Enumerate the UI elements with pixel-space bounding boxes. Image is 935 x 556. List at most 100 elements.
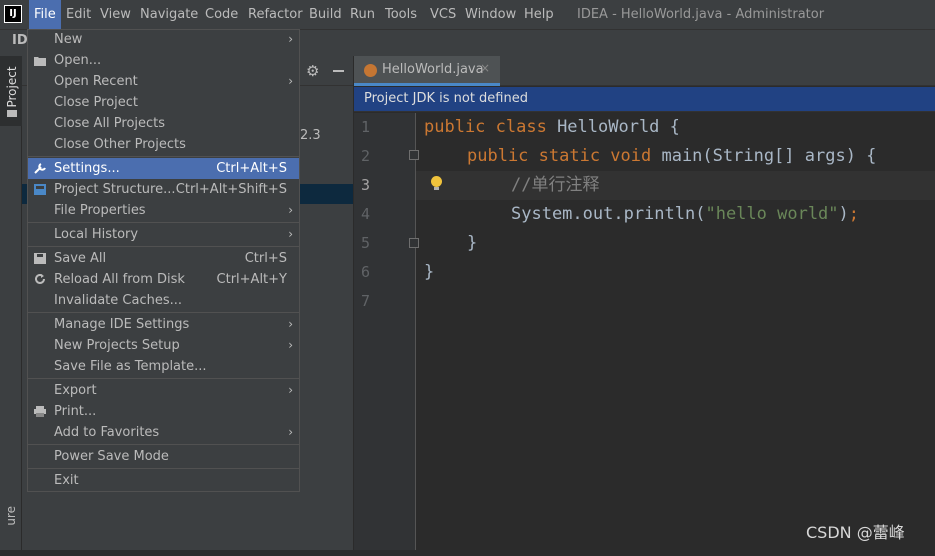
gear-icon[interactable]: ⚙ <box>306 62 319 80</box>
close-icon[interactable]: × <box>480 61 490 75</box>
code-line[interactable]: public static void main(String[] args) { <box>467 142 876 171</box>
code-text: } <box>424 262 435 282</box>
line-number: 5 <box>360 234 370 252</box>
file-menu-close-other-projects[interactable]: Close Other Projects <box>28 134 299 155</box>
code-line[interactable]: } <box>424 258 434 287</box>
file-menu-add-to-favorites[interactable]: Add to Favorites › <box>28 422 299 443</box>
file-menu-export[interactable]: Export › <box>28 380 299 401</box>
file-menu-manage-ide-settings[interactable]: Manage IDE Settings › <box>28 314 299 335</box>
menu-item-label: Save File as Template... <box>54 359 207 374</box>
file-menu-file-properties[interactable]: File Properties › <box>28 200 299 221</box>
menu-window[interactable]: Window <box>460 0 521 29</box>
chevron-right-icon: › <box>288 338 293 352</box>
file-menu-open-recent[interactable]: Open Recent › <box>28 71 299 92</box>
code-line[interactable]: System.out.println("hello world"); <box>511 200 859 229</box>
fold-icon[interactable] <box>409 150 419 160</box>
code-comment: //单行注释 <box>511 175 600 195</box>
menu-item-label: Invalidate Caches... <box>54 293 183 308</box>
file-menu-reload-all[interactable]: Reload All from Disk Ctrl+Alt+Y <box>28 269 299 290</box>
menu-edit[interactable]: Edit <box>61 0 96 29</box>
folder-open-icon <box>34 57 46 66</box>
code-semicolon: ; <box>848 204 860 224</box>
current-line-highlight <box>416 171 935 200</box>
menu-separator <box>28 444 299 445</box>
lightbulb-base-icon <box>434 187 439 190</box>
line-number: 3 <box>360 176 370 194</box>
menu-item-label: New Projects Setup <box>54 338 180 353</box>
menu-run[interactable]: Run <box>345 0 380 29</box>
menu-item-label: Local History <box>54 227 139 242</box>
structure-tool-tab[interactable]: ure <box>4 506 18 556</box>
menu-navigate[interactable]: Navigate <box>135 0 203 29</box>
chevron-right-icon: › <box>288 317 293 331</box>
code-keyword: public static void <box>467 146 662 166</box>
code-line[interactable]: } <box>467 229 477 258</box>
menu-item-label: Exit <box>54 473 79 488</box>
menu-code[interactable]: Code <box>200 0 243 29</box>
menu-separator <box>28 156 299 157</box>
code-keyword: public class <box>424 117 558 137</box>
menu-build[interactable]: Build <box>304 0 347 29</box>
code-line[interactable]: //单行注释 <box>511 171 599 200</box>
menu-help[interactable]: Help <box>519 0 559 29</box>
fold-icon[interactable] <box>409 238 419 248</box>
intellij-logo-icon: IJ <box>4 5 22 23</box>
chevron-right-icon: › <box>288 74 293 88</box>
menu-vcs[interactable]: VCS <box>425 0 461 29</box>
file-menu-project-structure[interactable]: Project Structure... Ctrl+Alt+Shift+S <box>28 179 299 200</box>
line-number: 7 <box>360 292 370 310</box>
project-tree-text: 2.3 <box>300 128 321 143</box>
line-number: 2 <box>360 147 370 165</box>
window-title: IDEA - HelloWorld.java - Administrator <box>577 7 825 22</box>
file-menu-new-projects-setup[interactable]: New Projects Setup › <box>28 335 299 356</box>
menu-item-label: Close Project <box>54 95 139 110</box>
menu-item-label: Export <box>54 383 97 398</box>
menu-item-label: Reload All from Disk <box>54 272 185 287</box>
file-menu-exit[interactable]: Exit <box>28 470 299 491</box>
file-menu-open[interactable]: Open... <box>28 50 299 71</box>
menu-item-label: Open Recent <box>54 74 138 89</box>
chevron-right-icon: › <box>288 383 293 397</box>
menu-item-label: Add to Favorites <box>54 425 160 440</box>
file-menu-power-save-mode[interactable]: Power Save Mode <box>28 446 299 467</box>
file-menu-save-as-template[interactable]: Save File as Template... <box>28 356 299 377</box>
code-string: "hello world" <box>705 204 839 224</box>
file-menu-new[interactable]: New › <box>28 29 299 50</box>
editor-tab-label: HelloWorld.java <box>382 62 484 77</box>
minimize-icon[interactable] <box>333 70 344 72</box>
menu-refactor[interactable]: Refactor <box>243 0 308 29</box>
line-number: 6 <box>360 263 370 281</box>
wrench-icon <box>34 163 46 174</box>
menu-view[interactable]: View <box>95 0 136 29</box>
menu-file[interactable]: File <box>29 0 61 29</box>
code-line[interactable]: public class HelloWorld { <box>424 113 680 142</box>
project-structure-icon <box>34 184 46 195</box>
menu-item-shortcut: Ctrl+Alt+Y <box>216 272 287 287</box>
jdk-warning-text: Project JDK is not defined <box>364 91 528 106</box>
file-menu-save-all[interactable]: Save All Ctrl+S <box>28 248 299 269</box>
watermark: CSDN @蕾峰 <box>806 523 905 542</box>
code-text: ) <box>838 204 849 224</box>
menu-separator <box>28 468 299 469</box>
file-menu-invalidate-caches[interactable]: Invalidate Caches... <box>28 290 299 311</box>
menu-separator <box>28 312 299 313</box>
file-menu-local-history[interactable]: Local History › <box>28 224 299 245</box>
menu-item-label: Power Save Mode <box>54 449 169 464</box>
file-menu-close-all-projects[interactable]: Close All Projects <box>28 113 299 134</box>
line-number: 1 <box>360 118 370 136</box>
menu-item-label: Manage IDE Settings <box>54 317 190 332</box>
menu-separator <box>28 222 299 223</box>
file-menu-settings[interactable]: Settings... Ctrl+Alt+S <box>28 158 299 179</box>
line-number: 4 <box>360 205 370 223</box>
file-menu-print[interactable]: Print... <box>28 401 299 422</box>
file-menu-close-project[interactable]: Close Project <box>28 92 299 113</box>
menu-item-label: Open... <box>54 53 102 68</box>
menu-item-label: Print... <box>54 404 97 419</box>
menu-item-label: File Properties <box>54 203 146 218</box>
java-class-icon <box>364 64 377 77</box>
lightbulb-icon[interactable] <box>431 176 442 187</box>
chevron-right-icon: › <box>288 32 293 46</box>
menu-item-shortcut: Ctrl+Alt+S <box>216 161 287 176</box>
menu-tools[interactable]: Tools <box>380 0 422 29</box>
save-icon <box>34 253 46 264</box>
